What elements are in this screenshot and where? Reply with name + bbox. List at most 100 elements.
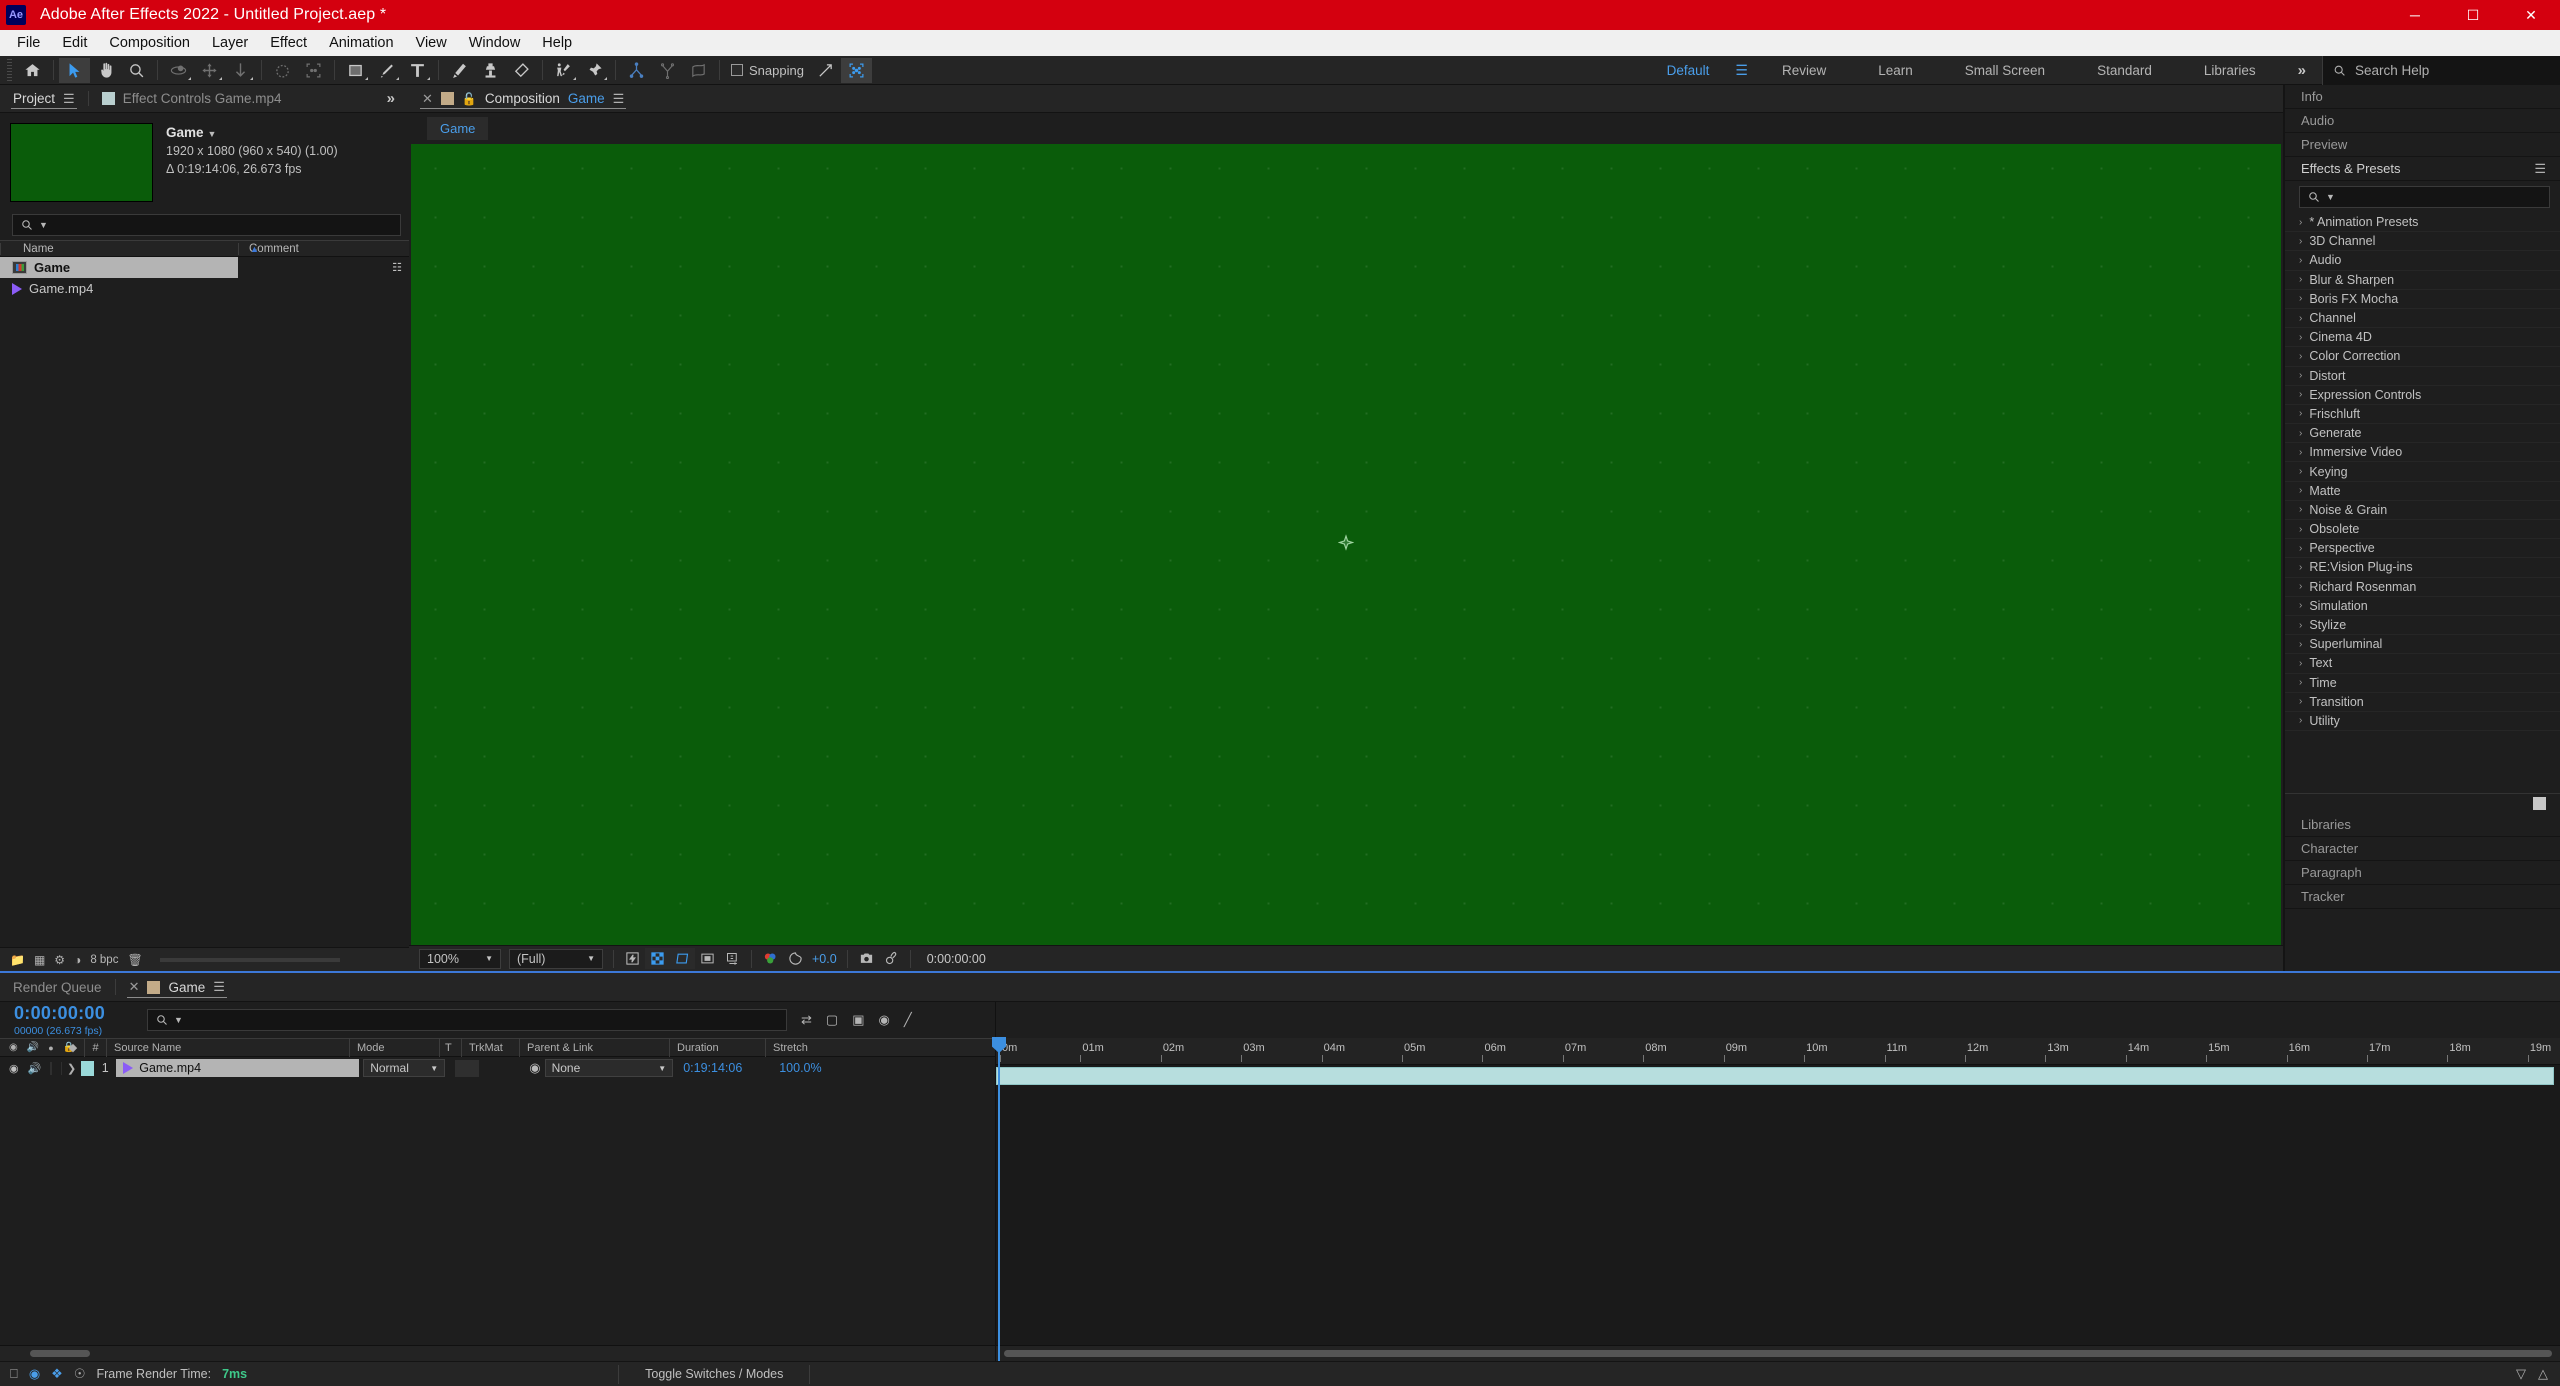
effects-category-item[interactable]: ›Perspective bbox=[2285, 539, 2560, 558]
column-source-name[interactable]: Source Name bbox=[106, 1038, 349, 1057]
column-t[interactable]: T bbox=[439, 1038, 461, 1057]
menu-edit[interactable]: Edit bbox=[51, 32, 98, 54]
region-of-interest-icon[interactable] bbox=[670, 948, 695, 969]
draft-3d-icon[interactable]: ▢ bbox=[826, 1012, 838, 1028]
effects-category-item[interactable]: ›Generate bbox=[2285, 424, 2560, 443]
chevron-right-icon[interactable]: › bbox=[2299, 447, 2302, 458]
share-icon[interactable]: ☷ bbox=[392, 261, 402, 274]
chevron-right-icon[interactable]: › bbox=[2299, 274, 2302, 285]
close-button[interactable]: ✕ bbox=[2502, 0, 2560, 30]
effects-category-item[interactable]: ›Stylize bbox=[2285, 616, 2560, 635]
effects-category-list[interactable]: ›* Animation Presets›3D Channel›Audio›Bl… bbox=[2285, 213, 2560, 793]
timeline-search-input[interactable]: ▼ bbox=[147, 1009, 787, 1031]
chevron-right-icon[interactable]: › bbox=[2299, 677, 2302, 688]
layer-trkmat-cell[interactable] bbox=[449, 1060, 529, 1077]
project-item-name-cell[interactable]: Game bbox=[0, 257, 238, 278]
effects-category-item[interactable]: ›Keying bbox=[2285, 462, 2560, 481]
zoom-tool-icon[interactable] bbox=[121, 58, 152, 83]
close-icon[interactable]: ✕ bbox=[422, 91, 433, 107]
workspace-small-screen[interactable]: Small Screen bbox=[1939, 56, 2071, 85]
trkmat-toggle[interactable] bbox=[455, 1060, 479, 1077]
workspace-learn[interactable]: Learn bbox=[1852, 56, 1939, 85]
menu-help[interactable]: Help bbox=[531, 32, 583, 54]
chevron-right-icon[interactable]: › bbox=[2299, 639, 2302, 650]
toggle-masks-icon[interactable] bbox=[695, 948, 720, 969]
selection-tool-icon[interactable] bbox=[59, 58, 90, 83]
chevron-right-icon[interactable]: › bbox=[2299, 236, 2302, 247]
workspace-review[interactable]: Review bbox=[1756, 56, 1852, 85]
pen-tool-icon[interactable] bbox=[371, 58, 402, 83]
transparency-grid-icon[interactable] bbox=[645, 948, 670, 969]
effects-category-item[interactable]: ›Boris FX Mocha bbox=[2285, 290, 2560, 309]
layer-switches[interactable]: ◉ 🔊 bbox=[0, 1062, 62, 1075]
panel-character[interactable]: Character bbox=[2285, 837, 2560, 861]
chevron-right-icon[interactable]: › bbox=[2299, 504, 2302, 515]
scrollbar-thumb[interactable] bbox=[30, 1350, 90, 1357]
chevron-right-icon[interactable]: › bbox=[2299, 524, 2302, 535]
layer-stretch[interactable]: 100.0% bbox=[775, 1061, 859, 1075]
eraser-tool-icon[interactable] bbox=[506, 58, 537, 83]
hide-shy-layers-icon[interactable]: ▣ bbox=[852, 1012, 864, 1028]
layer-duration-bar[interactable] bbox=[996, 1067, 2554, 1085]
audio-icon[interactable]: 🔊 bbox=[28, 1062, 42, 1075]
effects-category-item[interactable]: ›3D Channel bbox=[2285, 232, 2560, 251]
new-comp-icon[interactable]: ▦ bbox=[34, 953, 45, 967]
lock-icon[interactable]: 🔓 bbox=[462, 92, 477, 106]
timeline-track-area[interactable] bbox=[996, 1065, 2560, 1345]
exposure-value[interactable]: +0.0 bbox=[812, 952, 837, 966]
chevron-right-icon[interactable]: › bbox=[2299, 428, 2302, 439]
effects-category-item[interactable]: ›Noise & Grain bbox=[2285, 501, 2560, 520]
tab-render-queue[interactable]: Render Queue bbox=[0, 973, 115, 1001]
chevron-right-icon[interactable]: › bbox=[2299, 466, 2302, 477]
chevron-right-icon[interactable]: › bbox=[2299, 600, 2302, 611]
comp-renderer-icon[interactable]: ◉ bbox=[29, 1366, 40, 1382]
sort-ascending-icon[interactable]: ▲ bbox=[250, 244, 259, 254]
effects-category-item[interactable]: ›Text bbox=[2285, 654, 2560, 673]
effects-category-item[interactable]: ›Cinema 4D bbox=[2285, 328, 2560, 347]
help-search-box[interactable]: Search Help bbox=[2322, 56, 2560, 85]
panel-menu-icon[interactable]: ☰ bbox=[213, 979, 225, 995]
table-row[interactable]: ◉ 🔊 ❯ 1 Game.mp4 Normal ▼ bbox=[0, 1057, 995, 1079]
tab-effect-controls[interactable]: Effect Controls Game.mp4 bbox=[89, 85, 295, 112]
toggle-switches-modes-button[interactable]: Toggle Switches / Modes bbox=[618, 1365, 810, 1384]
effects-category-item[interactable]: ›* Animation Presets bbox=[2285, 213, 2560, 232]
resolution-select[interactable]: (Full) ▼ bbox=[509, 949, 603, 969]
channel-rgb-icon[interactable] bbox=[758, 948, 783, 969]
layer-label-color[interactable] bbox=[81, 1061, 94, 1076]
snapping-toggle[interactable]: Snapping bbox=[725, 63, 810, 78]
column-comment[interactable]: Comment bbox=[238, 243, 409, 255]
chevron-down-icon[interactable]: ▼ bbox=[174, 1015, 183, 1025]
text-tool-icon[interactable] bbox=[402, 58, 433, 83]
workspace-default[interactable]: Default bbox=[1641, 56, 1736, 85]
chevron-right-icon[interactable]: › bbox=[2299, 255, 2302, 266]
panel-libraries[interactable]: Libraries bbox=[2285, 813, 2560, 837]
fast-preview-icon[interactable] bbox=[620, 948, 645, 969]
layer-parent-cell[interactable]: ◉ None ▼ bbox=[529, 1059, 679, 1077]
motion-blur-icon[interactable]: ◉ bbox=[879, 1012, 890, 1028]
list-item[interactable]: Game.mp4 bbox=[0, 278, 409, 299]
composition-viewer[interactable] bbox=[409, 144, 2283, 945]
hand-tool-icon[interactable] bbox=[90, 58, 121, 83]
video-visibility-icon[interactable]: ◉ bbox=[9, 1062, 19, 1075]
solo-toggle[interactable] bbox=[50, 1062, 51, 1075]
current-time-indicator[interactable] bbox=[998, 1038, 1000, 1361]
timeline-current-time[interactable]: 0:00:00:00 00000 (26.673 fps) bbox=[14, 1003, 139, 1037]
3d-renderer-icon[interactable]: ❖ bbox=[51, 1366, 63, 1382]
puppet-pin-tool-icon[interactable] bbox=[548, 58, 579, 83]
anchor-point-icon[interactable] bbox=[1338, 534, 1354, 555]
target-snap-icon[interactable] bbox=[841, 58, 872, 83]
rotation-tool-icon[interactable] bbox=[267, 58, 298, 83]
mesh-deform-icon[interactable] bbox=[683, 58, 714, 83]
chevron-right-icon[interactable]: › bbox=[2299, 217, 2302, 228]
column-mode[interactable]: Mode bbox=[349, 1038, 439, 1057]
layer-icon[interactable]: ☉ bbox=[74, 1366, 86, 1382]
choose-grid-guides-icon[interactable] bbox=[720, 948, 745, 969]
effects-category-item[interactable]: ›Simulation bbox=[2285, 597, 2560, 616]
project-tabs-overflow-icon[interactable]: » bbox=[373, 85, 409, 112]
effects-category-item[interactable]: ›Time bbox=[2285, 674, 2560, 693]
chevron-right-icon[interactable]: › bbox=[2299, 715, 2302, 726]
exposure-icon[interactable] bbox=[783, 948, 808, 969]
column-stretch[interactable]: Stretch bbox=[765, 1038, 849, 1057]
orbit-tool-icon[interactable] bbox=[163, 58, 194, 83]
show-snapshot-icon[interactable] bbox=[879, 948, 904, 969]
